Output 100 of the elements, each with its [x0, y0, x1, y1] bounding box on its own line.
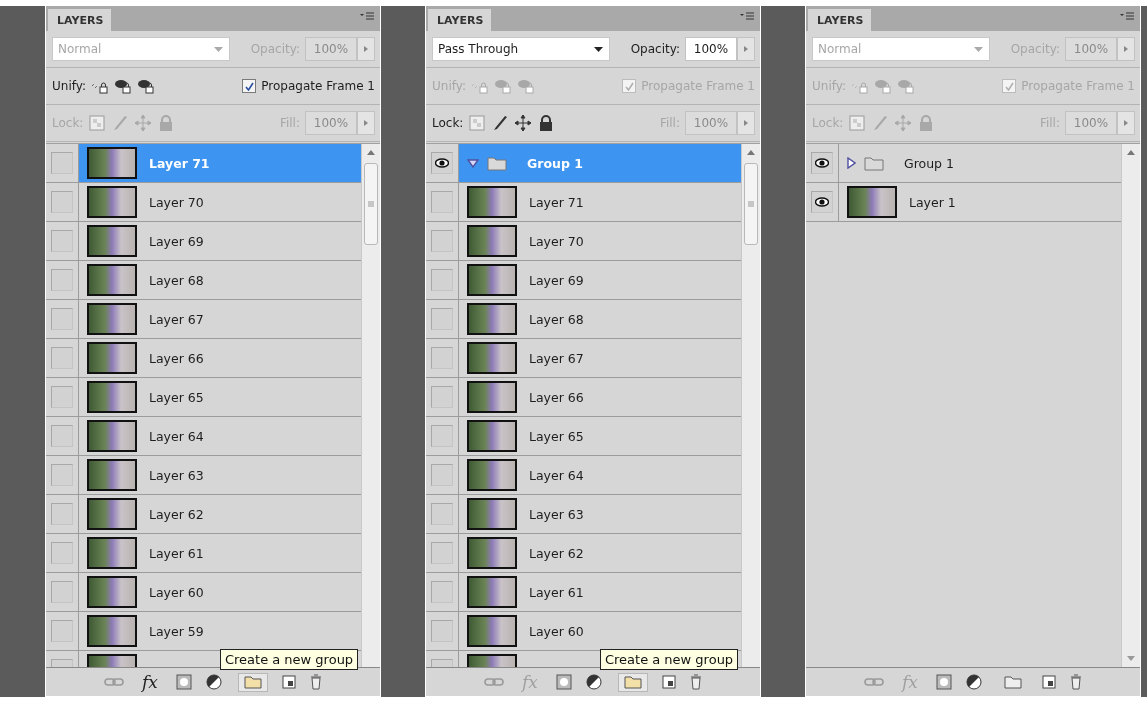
visibility-toggle[interactable]: [431, 308, 453, 330]
panel-tab[interactable]: LAYERS: [808, 9, 872, 31]
visibility-toggle[interactable]: [51, 425, 73, 447]
half-circle-icon[interactable]: [965, 674, 984, 690]
layer-row[interactable]: Layer 66: [79, 339, 361, 377]
layer-row[interactable]: Layer 63: [459, 495, 741, 533]
visibility-toggle[interactable]: [431, 620, 453, 642]
layer-row[interactable]: Layer 68: [79, 261, 361, 299]
visibility-toggle[interactable]: [51, 503, 73, 525]
visibility-toggle[interactable]: [431, 542, 453, 564]
scroll-up-icon[interactable]: [367, 150, 375, 155]
layer-row[interactable]: Layer 62: [459, 534, 741, 572]
visibility-toggle[interactable]: [51, 230, 73, 252]
fill-stepper[interactable]: [1117, 111, 1135, 135]
layer-row[interactable]: Layer 70: [79, 183, 361, 221]
new-layer-icon[interactable]: [1041, 675, 1056, 689]
mask-icon[interactable]: [935, 674, 952, 690]
layer-row[interactable]: Layer 59: [79, 612, 361, 650]
scroll-thumb[interactable]: [364, 163, 378, 245]
collapsed-triangle-icon[interactable]: [847, 157, 856, 169]
visibility-toggle[interactable]: [431, 425, 453, 447]
opacity-stepper[interactable]: [1117, 37, 1135, 61]
new-layer-icon[interactable]: [661, 675, 676, 689]
visibility-toggle[interactable]: [51, 542, 73, 564]
layer-row[interactable]: Layer 62: [79, 495, 361, 533]
trash-icon[interactable]: [309, 674, 322, 690]
unify-lock-icon[interactable]: [114, 77, 132, 95]
visibility-toggle[interactable]: [431, 581, 453, 603]
brush-icon[interactable]: [491, 114, 510, 132]
fill-stepper[interactable]: [357, 111, 375, 135]
link-icon[interactable]: [484, 677, 505, 687]
layer-row[interactable]: Layer 65: [79, 378, 361, 416]
panel-tab[interactable]: LAYERS: [48, 9, 112, 31]
layer-row[interactable]: Layer 68: [459, 300, 741, 338]
trash-icon[interactable]: [1069, 674, 1082, 690]
new-group-button[interactable]: [237, 672, 268, 692]
scroll-up-icon[interactable]: [747, 150, 755, 155]
scroll-down-icon[interactable]: [1127, 656, 1135, 661]
layer-row[interactable]: Layer 64: [459, 456, 741, 494]
layer-row[interactable]: Layer 60: [79, 573, 361, 611]
layer-style-button[interactable]: fx: [138, 672, 162, 692]
layer-row[interactable]: Layer 66: [459, 378, 741, 416]
panel-menu-icon[interactable]: [740, 12, 754, 22]
mask-icon[interactable]: [555, 674, 572, 690]
checker-icon[interactable]: [848, 114, 867, 132]
visibility-toggle[interactable]: [51, 191, 73, 213]
link-icon[interactable]: [104, 677, 125, 687]
layer-row[interactable]: Layer 67: [459, 339, 741, 377]
mask-icon[interactable]: [175, 674, 192, 690]
fill-stepper[interactable]: [737, 111, 755, 135]
visibility-toggle[interactable]: [431, 386, 453, 408]
scrollbar[interactable]: [741, 144, 760, 667]
layer-row[interactable]: Layer 69: [459, 261, 741, 299]
link-icon[interactable]: [864, 677, 885, 687]
new-group-button[interactable]: [617, 672, 648, 692]
panel-menu-icon[interactable]: [1120, 12, 1134, 22]
visibility-toggle[interactable]: [431, 269, 453, 291]
unify-lock-icon[interactable]: [137, 77, 155, 95]
layer-row[interactable]: Layer 61: [459, 573, 741, 611]
opacity-stepper[interactable]: [737, 37, 755, 61]
visibility-toggle[interactable]: [51, 386, 73, 408]
visibility-toggle[interactable]: [431, 191, 453, 213]
scrollbar[interactable]: [361, 144, 380, 667]
half-circle-icon[interactable]: [585, 674, 604, 690]
visibility-toggle[interactable]: [51, 152, 73, 174]
checker-icon[interactable]: [468, 114, 487, 132]
new-layer-icon[interactable]: [281, 675, 296, 689]
visibility-toggle[interactable]: [811, 152, 833, 174]
blend-mode-dropdown[interactable]: Pass Through: [432, 37, 610, 61]
panel-tab[interactable]: LAYERS: [428, 9, 492, 31]
layer-row[interactable]: Layer 71: [459, 183, 741, 221]
visibility-toggle[interactable]: [431, 347, 453, 369]
layer-row[interactable]: Layer 60: [459, 612, 741, 650]
expanded-triangle-icon[interactable]: [467, 158, 479, 168]
visibility-toggle[interactable]: [51, 347, 73, 369]
propagate-checkbox[interactable]: [242, 79, 257, 93]
scroll-up-icon[interactable]: [1127, 150, 1135, 155]
visibility-toggle[interactable]: [51, 269, 73, 291]
layer-row[interactable]: Layer 65: [459, 417, 741, 455]
layer-row[interactable]: Group 1: [839, 144, 1121, 182]
visibility-toggle[interactable]: [811, 191, 833, 213]
move-icon[interactable]: [514, 114, 533, 132]
visibility-toggle[interactable]: [431, 464, 453, 486]
layer-row[interactable]: Layer 70: [459, 222, 741, 260]
scrollbar[interactable]: [1121, 144, 1140, 667]
trash-icon[interactable]: [689, 674, 702, 690]
opacity-stepper[interactable]: [357, 37, 375, 61]
checker-icon[interactable]: [88, 114, 107, 132]
visibility-toggle[interactable]: [51, 581, 73, 603]
visibility-toggle[interactable]: [431, 503, 453, 525]
visibility-toggle[interactable]: [431, 230, 453, 252]
layer-row[interactable]: Layer 69: [79, 222, 361, 260]
layer-row[interactable]: Layer 64: [79, 417, 361, 455]
visibility-toggle[interactable]: [51, 308, 73, 330]
visibility-toggle[interactable]: [431, 152, 453, 174]
visibility-toggle[interactable]: [51, 464, 73, 486]
layer-row[interactable]: Layer 63: [79, 456, 361, 494]
scroll-thumb[interactable]: [744, 163, 758, 245]
layer-row[interactable]: Layer 61: [79, 534, 361, 572]
visibility-toggle[interactable]: [51, 620, 73, 642]
